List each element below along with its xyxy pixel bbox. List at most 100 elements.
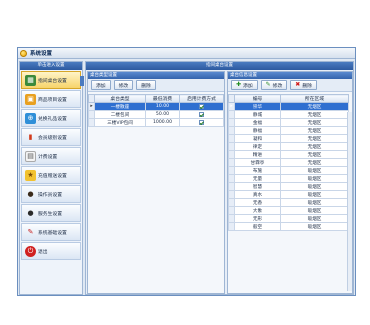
table-row[interactable]: 无形 吸烟区 — [228, 214, 349, 223]
column-header[interactable]: 编号 — [234, 94, 281, 103]
table-row[interactable]: 智慧 吸烟区 — [228, 182, 349, 191]
table-id-cell[interactable]: 智慧 — [234, 182, 281, 191]
table-row[interactable]: 二楼包间 50.00 — [88, 110, 224, 119]
area-cell[interactable]: 无烟区 — [280, 110, 349, 119]
area-cell[interactable]: 无烟区 — [280, 158, 349, 167]
sidebar-item-operator[interactable]: ● 操作员设置 — [21, 185, 81, 203]
table-row[interactable]: 无香 吸烟区 — [228, 198, 349, 207]
main-area: 指间桌台设置 桌台类型设置 添加 修改 删除 桌台类型 最低消费 启用计费方式 — [85, 61, 354, 295]
table-id-cell[interactable]: 精进 — [234, 150, 281, 159]
sidebar-item-label: 兑换礼品设置 — [38, 116, 67, 122]
sidebar-item-system[interactable]: ✎ 系统基础设置 — [21, 223, 81, 241]
table-id-cell[interactable]: 无量 — [234, 174, 281, 183]
min-charge-cell[interactable]: 50.00 — [145, 110, 180, 119]
sidebar-item-goods[interactable]: ▣ 商品项目设置 — [21, 90, 81, 108]
table-row[interactable]: 凝和 无烟区 — [228, 134, 349, 143]
table-info-add-button[interactable]: ✚ 添加 — [231, 80, 258, 90]
column-header[interactable]: 桌台类型 — [94, 94, 146, 103]
sidebar-item-billing[interactable]: ▤ 计费设置 — [21, 147, 81, 165]
area-cell[interactable]: 吸烟区 — [280, 214, 349, 223]
sidebar-item-exit[interactable]: ⏻ 退出 — [21, 242, 81, 260]
area-cell[interactable]: 吸烟区 — [280, 166, 349, 175]
table-type-cell[interactable]: 二楼包间 — [94, 110, 146, 119]
area-cell[interactable]: 吸烟区 — [280, 182, 349, 191]
table-type-edit-button[interactable]: 修改 — [113, 80, 134, 90]
sidebar-item-label: 计费设置 — [38, 154, 58, 160]
table-id-cell[interactable]: 静福 — [234, 126, 281, 135]
table-row[interactable]: 静福 无烟区 — [228, 126, 349, 135]
sidebar-item-waiter[interactable]: ● 服务生设置 — [21, 204, 81, 222]
billing-checkbox[interactable] — [199, 119, 204, 125]
table-row[interactable]: 律定 无烟区 — [228, 142, 349, 151]
table-type-add-button[interactable]: 添加 — [91, 80, 111, 90]
area-cell[interactable]: 吸烟区 — [280, 174, 349, 183]
table-info-header-row: 编号 所在区域 — [228, 94, 349, 103]
area-cell[interactable]: 无烟区 — [280, 102, 349, 111]
column-header[interactable]: 启用计费方式 — [179, 94, 224, 103]
table-id-cell[interactable]: 般空 — [234, 222, 281, 231]
vertical-scrollbar[interactable] — [347, 112, 352, 291]
area-cell[interactable]: 无烟区 — [280, 126, 349, 135]
sidebar-item-label: 指间桌台设置 — [38, 78, 67, 84]
settings-window: 系统设置 单击进入设置 ▦ 指间桌台设置 ▣ 商品项目设置 ⊕ 兑换礼品设置 ▮… — [17, 47, 356, 296]
table-row[interactable]: 无量 吸烟区 — [228, 174, 349, 183]
sidebar-item-gifts[interactable]: ⊕ 兑换礼品设置 — [21, 109, 81, 127]
window-title: 系统设置 — [30, 51, 53, 57]
table-id-cell[interactable]: 大象 — [234, 206, 281, 215]
table-id-cell[interactable]: 无香 — [234, 198, 281, 207]
sidebar-item-member-level[interactable]: ▮ 会员级别设置 — [21, 128, 81, 146]
table-row[interactable]: 大象 吸烟区 — [228, 206, 349, 215]
delete-label: 删除 — [302, 83, 312, 89]
area-cell[interactable]: 无烟区 — [280, 150, 349, 159]
add-label: 添加 — [243, 83, 253, 89]
table-row[interactable]: 布施 吸烟区 — [228, 166, 349, 175]
table-row[interactable]: 甘霖亭 无烟区 — [228, 158, 349, 167]
area-cell[interactable]: 吸烟区 — [280, 206, 349, 215]
gift-icon: ⊕ — [25, 112, 36, 124]
table-id-cell[interactable]: 甘霖亭 — [234, 158, 281, 167]
billing-cell[interactable] — [179, 118, 224, 127]
table-type-cell[interactable]: 三楼VIP包间 — [94, 118, 146, 127]
table-row[interactable]: 真水 吸烟区 — [228, 190, 349, 199]
table-row[interactable]: ▸ 崇华 无烟区 — [228, 102, 349, 111]
sidebar-item-recharge[interactable]: ★ 充值赠送设置 — [21, 166, 81, 184]
billing-cell[interactable] — [179, 110, 224, 119]
table-id-cell[interactable]: 律定 — [234, 142, 281, 151]
area-cell[interactable]: 吸烟区 — [280, 222, 349, 231]
billing-cell[interactable] — [179, 102, 224, 111]
table-row[interactable]: 金福 无烟区 — [228, 118, 349, 127]
table-id-cell[interactable]: 金福 — [234, 118, 281, 127]
min-charge-cell[interactable]: 10.00 — [145, 102, 180, 111]
sidebar-item-table-settings[interactable]: ▦ 指间桌台设置 — [21, 71, 84, 89]
table-type-delete-button[interactable]: 删除 — [136, 80, 156, 90]
billing-checkbox[interactable] — [199, 111, 204, 117]
table-info-edit-button[interactable]: ✎ 修改 — [260, 80, 288, 90]
min-charge-cell[interactable]: 1000.00 — [145, 118, 180, 127]
operator-icon: ● — [27, 189, 34, 198]
billing-checkbox[interactable] — [199, 103, 204, 109]
area-cell[interactable]: 吸烟区 — [280, 198, 349, 207]
table-id-cell[interactable]: 崇华 — [234, 102, 281, 111]
table-id-cell[interactable]: 无形 — [234, 214, 281, 223]
column-header[interactable]: 最低消费 — [145, 94, 180, 103]
area-cell[interactable]: 吸烟区 — [280, 190, 349, 199]
area-cell[interactable]: 无烟区 — [280, 118, 349, 127]
table-row[interactable]: 静城 无烟区 — [228, 110, 349, 119]
table-info-panel: 桌台信息设置 ✚ 添加 ✎ 修改 ✖ 删除 编号 所在区域 ▸ 崇华 无烟区静城… — [227, 71, 353, 294]
table-id-cell[interactable]: 布施 — [234, 166, 281, 175]
table-info-delete-button[interactable]: ✖ 删除 — [290, 80, 317, 90]
table-id-cell[interactable]: 凝和 — [234, 134, 281, 143]
table-row[interactable]: 精进 无烟区 — [228, 150, 349, 159]
plus-icon: ✚ — [236, 81, 242, 88]
settings-sidebar: 单击进入设置 ▦ 指间桌台设置 ▣ 商品项目设置 ⊕ 兑换礼品设置 ▮ 会员级别… — [19, 61, 84, 295]
area-cell[interactable]: 无烟区 — [280, 142, 349, 151]
table-row[interactable]: ▸ 一楼散座 10.00 — [88, 102, 224, 111]
table-row[interactable]: 三楼VIP包间 1000.00 — [88, 118, 224, 127]
column-header[interactable]: 所在区域 — [280, 94, 349, 103]
table-type-grid: 桌台类型 最低消费 启用计费方式 ▸ 一楼散座 10.00 二楼包间 50.00… — [88, 94, 224, 127]
table-type-cell[interactable]: 一楼散座 — [94, 102, 146, 111]
table-id-cell[interactable]: 真水 — [234, 190, 281, 199]
table-id-cell[interactable]: 静城 — [234, 110, 281, 119]
area-cell[interactable]: 无烟区 — [280, 134, 349, 143]
table-row[interactable]: 般空 吸烟区 — [228, 222, 349, 231]
